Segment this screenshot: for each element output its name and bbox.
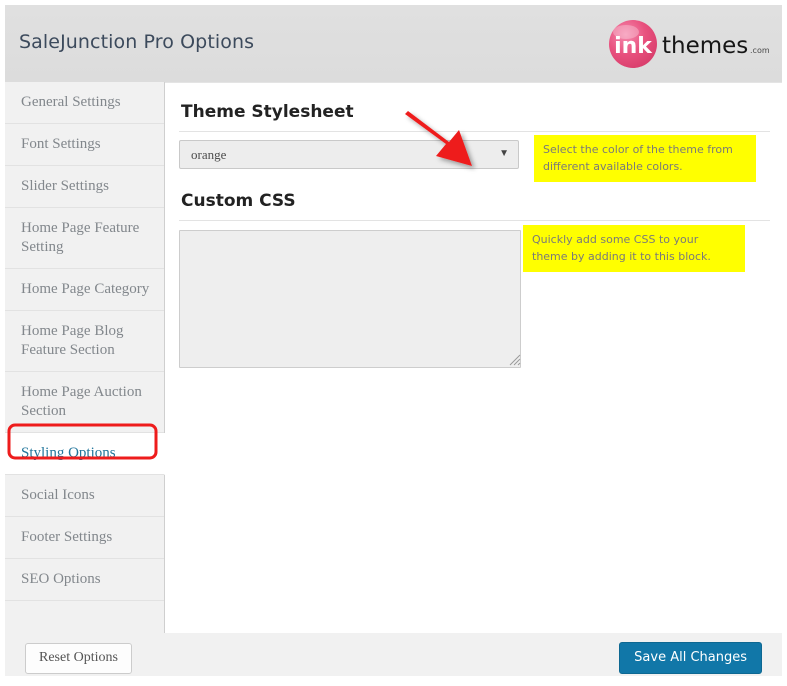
sidebar-item-social-icons[interactable]: Social Icons [5, 475, 164, 517]
page-header: SaleJunction Pro Options ink themes .com [5, 5, 782, 82]
sidebar-item-label: Footer Settings [21, 529, 113, 545]
sidebar-item-label: Home Page Feature Setting [21, 220, 140, 255]
sidebar-item-label: SEO Options [21, 571, 101, 587]
sidebar-item-label: General Settings [21, 94, 121, 110]
chevron-down-icon: ▼ [499, 148, 509, 159]
svg-text:ink: ink [614, 34, 653, 59]
sidebar-item-font-settings[interactable]: Font Settings [5, 124, 164, 166]
theme-stylesheet-select[interactable]: orange ▼ [179, 140, 519, 169]
page-footer: Reset Options Save All Changes [5, 633, 782, 676]
sidebar-item-styling-options[interactable]: Styling Options [5, 433, 165, 475]
settings-sidebar: General Settings Font Settings Slider Se… [5, 82, 165, 657]
custom-css-tooltip: Quickly add some CSS to your theme by ad… [523, 225, 745, 272]
page-body: General Settings Font Settings Slider Se… [5, 82, 782, 657]
sidebar-item-label: Home Page Category [21, 281, 150, 297]
options-page: SaleJunction Pro Options ink themes .com [5, 5, 782, 676]
inkthemes-logo: ink themes .com [606, 19, 774, 69]
sidebar-item-label: Home Page Blog Feature Section [21, 323, 124, 358]
sidebar-item-label: Slider Settings [21, 178, 109, 194]
reset-options-button[interactable]: Reset Options [25, 643, 132, 674]
sidebar-item-label: Home Page Auction Section [21, 384, 142, 419]
section-divider [179, 131, 770, 132]
sidebar-item-footer-settings[interactable]: Footer Settings [5, 517, 164, 559]
theme-stylesheet-heading: Theme Stylesheet [181, 102, 354, 122]
custom-css-textarea[interactable] [179, 230, 521, 368]
sidebar-item-home-page-category[interactable]: Home Page Category [5, 269, 164, 311]
svg-text:themes: themes [662, 33, 748, 59]
theme-stylesheet-selected-value: orange [191, 147, 227, 162]
sidebar-item-label: Social Icons [21, 487, 95, 503]
page-title: SaleJunction Pro Options [19, 31, 255, 53]
sidebar-item-label: Styling Options [21, 445, 116, 461]
sidebar-item-home-page-blog-feature-section[interactable]: Home Page Blog Feature Section [5, 311, 164, 372]
settings-content-panel: Theme Stylesheet orange ▼ Select the col… [165, 82, 782, 633]
custom-css-heading: Custom CSS [181, 191, 296, 211]
section-divider [179, 220, 770, 221]
save-all-changes-button[interactable]: Save All Changes [619, 642, 762, 674]
theme-stylesheet-tooltip: Select the color of the theme from diffe… [534, 135, 756, 182]
svg-text:.com: .com [750, 46, 770, 55]
sidebar-item-home-page-feature-setting[interactable]: Home Page Feature Setting [5, 208, 164, 269]
sidebar-item-seo-options[interactable]: SEO Options [5, 559, 164, 601]
sidebar-item-home-page-auction-section[interactable]: Home Page Auction Section [5, 372, 164, 433]
sidebar-item-general-settings[interactable]: General Settings [5, 82, 164, 124]
sidebar-item-slider-settings[interactable]: Slider Settings [5, 166, 164, 208]
sidebar-item-label: Font Settings [21, 136, 101, 152]
